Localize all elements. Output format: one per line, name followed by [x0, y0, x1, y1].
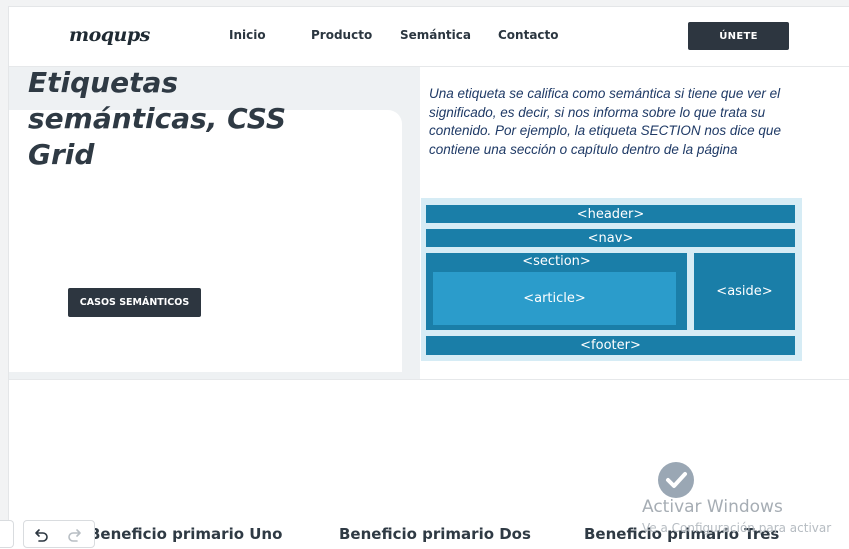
page-canvas: moqups Inicio Producto Semántica Contact… — [8, 6, 849, 547]
benefit-heading-one: Beneficio primario Uno — [89, 525, 283, 543]
nav-link-producto[interactable]: Producto — [311, 28, 372, 42]
undo-redo-toolbar — [23, 520, 95, 548]
nav-link-contacto[interactable]: Contacto — [498, 28, 559, 42]
diagram-aside-block: <aside> — [694, 253, 795, 330]
page-title: Etiquetas semánticas, CSS Grid — [28, 66, 287, 171]
diagram-article-block: <article> — [433, 272, 676, 325]
undo-icon[interactable] — [32, 526, 50, 544]
nav-link-semantica[interactable]: Semántica — [400, 28, 471, 42]
top-navbar: moqups Inicio Producto Semántica Contact… — [9, 7, 849, 67]
join-button[interactable]: ÚNETE — [688, 22, 789, 50]
diagram-header-block: <header> — [426, 205, 795, 223]
windows-activation-check-icon — [658, 462, 694, 498]
side-panel-tab[interactable] — [0, 520, 14, 548]
windows-activation-title: Activar Windows — [642, 497, 783, 517]
semantic-layout-diagram: <header> <nav> <section> <article> <asid… — [421, 198, 802, 361]
diagram-footer-block: <footer> — [426, 336, 795, 355]
benefit-heading-two: Beneficio primario Dos — [339, 525, 531, 543]
redo-icon[interactable] — [66, 526, 84, 544]
nav-link-inicio[interactable]: Inicio — [229, 28, 266, 42]
section-divider — [9, 379, 849, 380]
semantic-description: Una etiqueta se califica como semántica … — [429, 86, 781, 157]
semantic-cases-button[interactable]: CASOS SEMÁNTICOS — [68, 288, 201, 317]
diagram-nav-block: <nav> — [426, 229, 795, 247]
logo[interactable]: moqups — [69, 24, 150, 46]
windows-activation-subtitle: Ve a Configuración para activar — [642, 521, 832, 535]
